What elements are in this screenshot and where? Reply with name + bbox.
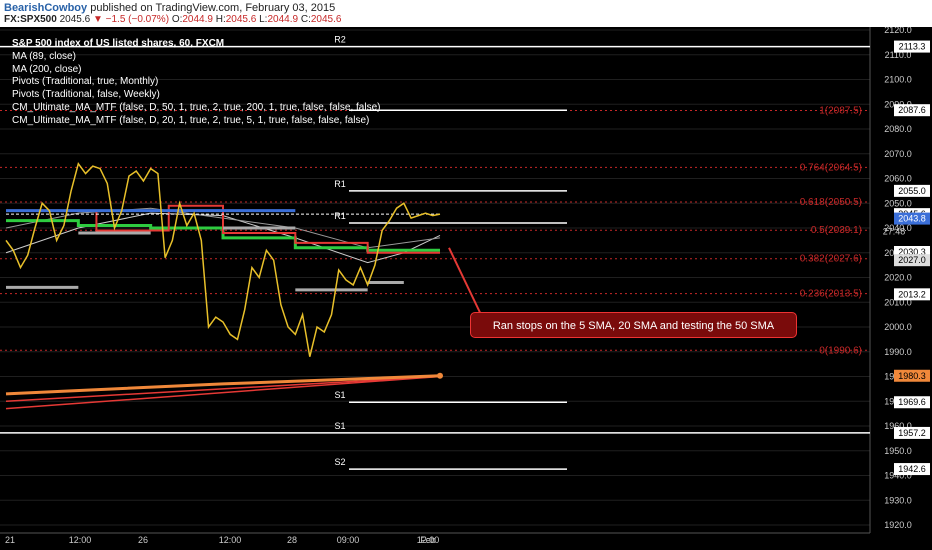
x-tick-label: 12:00 [219,535,242,545]
y-tick-label: 2000.0 [884,322,912,332]
close-label: C: [300,14,311,25]
quote-line: FX:SPX500 2045.6 ▼ −1.5 (−0.07%) O:2044.… [4,14,341,25]
legend-item: Pivots (Traditional, false, Weekly) [12,89,160,101]
price-badge-label: 2013.2 [898,289,926,299]
fib-level-label: 0.382(2027.6) [800,254,862,265]
fib-level-label: 0.764(2064.5) [800,162,862,173]
legend-item: MA (89, close) [12,50,76,62]
price-badge-label: 1957.2 [898,428,926,438]
y-tick-label: 2080.0 [884,124,912,134]
annotation-arrow [448,247,482,316]
trend-line [5,375,441,410]
fib-level-label: 0.5(2039.1) [811,225,862,236]
ma50-endpoint [437,372,443,379]
price-badge-label: 1942.6 [898,464,926,474]
y-tick-label: 2020.0 [884,273,912,283]
price-badge-label: 1969.6 [898,397,926,407]
published-text: published on TradingView.com, February 0… [90,2,336,14]
top-bar: BearishCowboy published on TradingView.c… [0,0,932,27]
price-badge-label: 2043.8 [898,214,926,224]
x-tick-label: 09:00 [337,535,360,545]
down-arrow-icon: ▼ [92,14,103,25]
x-tick-label: 21 [5,535,15,545]
high-value: 2045.6 [225,14,257,25]
legend-title: S&P 500 index of US listed shares, 60, F… [12,38,225,49]
fib-level-label: 0(1990.6) [819,345,862,356]
price-badge-label: 2055.0 [898,186,926,196]
price-badge-label: 2027.0 [898,255,926,265]
author-link[interactable]: BearishCowboy [4,2,87,14]
low-value: 2044.9 [267,14,299,25]
legend-item: CM_Ultimate_MA_MTF (false, D, 20, 1, tru… [12,114,370,126]
legend-item: MA (200, close) [12,63,82,75]
pivot-label: S1 [334,421,345,431]
y-tick-label: 2120.0 [884,27,912,35]
fib-level-label: 0.236(2013.5) [800,289,862,300]
x-tick-label: 12:00 [69,535,92,545]
y-tick-label: 1920.0 [884,520,912,530]
countdown-label: 27:48 [883,227,906,237]
price-badge-label: 2087.6 [898,105,926,115]
y-tick-label: 1950.0 [884,446,912,456]
fib-level-label: 0.618(2050.5) [800,197,862,208]
trend-line [5,375,441,402]
open-value: 2044.9 [182,14,213,25]
high-label: H: [215,14,226,25]
ma50-sma-line [5,374,441,396]
price-badge-label: 2113.3 [899,42,926,52]
price-badge-label: 1980.3 [898,371,926,381]
x-tick-label: 12:00 [417,535,440,545]
publish-line: BearishCowboy published on TradingView.c… [4,2,335,14]
chart-legend: S&P 500 index of US listed shares, 60, F… [12,38,380,128]
y-tick-label: 2060.0 [884,174,912,184]
fib-level-label: 1(2087.5) [819,105,862,116]
y-tick-label: 2050.0 [884,198,912,208]
pivot-label: S1 [334,390,345,400]
open-label: O: [171,14,183,25]
y-tick-label: 1930.0 [884,495,912,505]
x-tick-label: 26 [138,535,148,545]
close-value: 2045.6 [310,14,342,25]
symbol: FX:SPX500 [4,14,57,25]
y-tick-label: 2100.0 [884,75,912,85]
x-tick-label: 28 [287,535,297,545]
pivot-label: S2 [334,457,345,467]
y-tick-label: 2070.0 [884,149,912,159]
legend-item: Pivots (Traditional, true, Monthly) [12,76,159,88]
last-price: 2045.6 [59,14,91,25]
pivot-label: R1 [334,179,346,189]
change-value: −1.5 (−0.07%) [105,14,170,25]
y-tick-label: 1990.0 [884,347,912,357]
legend-item: CM_Ultimate_MA_MTF (false, D, 50, 1, tru… [12,101,381,113]
annotation-callout: Ran stops on the 5 SMA, 20 SMA and testi… [470,312,797,338]
pivot-label: R1 [334,211,346,221]
